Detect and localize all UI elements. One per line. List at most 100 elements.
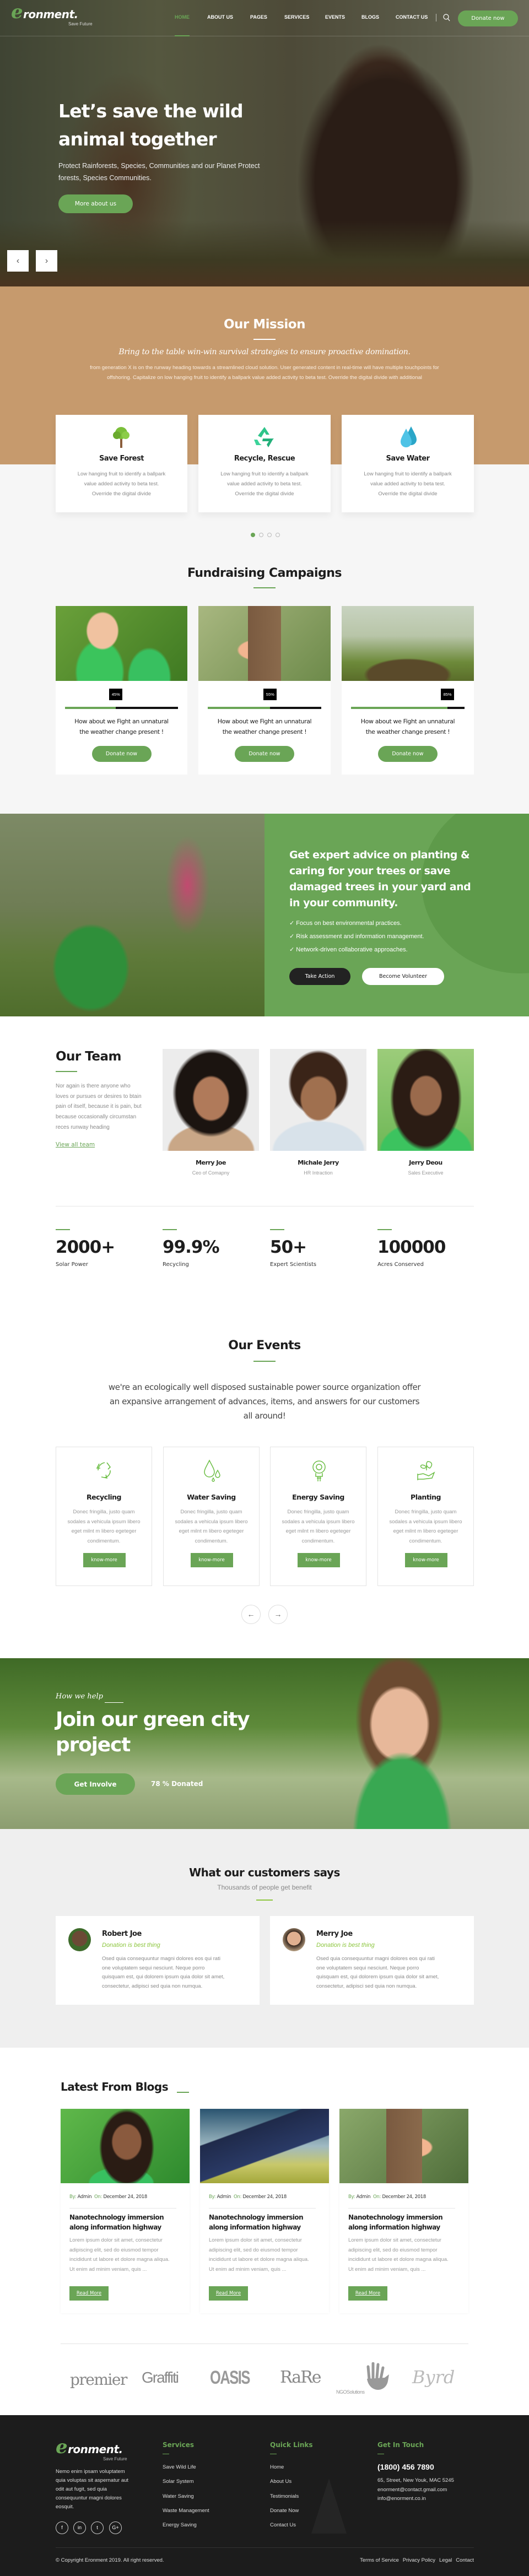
events-text: we're an ecologically well disposed sust… (108, 1382, 421, 1421)
google-plus-icon[interactable]: G+ (109, 2521, 122, 2534)
mission-text: from generation X is on the runway headi… (90, 365, 439, 381)
partner-logo-ngosolutions[interactable]: NGOSolutions (336, 2389, 365, 2395)
footer-link[interactable]: Energy Saving (163, 2522, 197, 2528)
nav-blogs[interactable]: BLOGS (361, 14, 379, 20)
campaigns-title-underline (253, 587, 276, 588)
partner-logo-graffiti[interactable]: Graffiti (142, 2369, 179, 2386)
chevron-right-icon: › (45, 256, 48, 266)
campaign-text: How about we Fight an unnatural the weat… (217, 718, 312, 735)
footer-link[interactable]: Home (270, 2464, 284, 2470)
partner-logo-premier[interactable]: premier (70, 2371, 127, 2389)
blog-image[interactable] (200, 2109, 329, 2183)
footer-link[interactable]: Save Wild Life (163, 2464, 196, 2470)
know-more-button[interactable]: know-more (404, 1553, 447, 1567)
team-text: Nor again is there anyone who loves or p… (56, 1083, 142, 1130)
footer-link[interactable]: Donate Now (270, 2508, 299, 2514)
campaign-image (198, 606, 331, 681)
take-action-button[interactable]: Take Action (289, 968, 350, 985)
more-about-us-button[interactable]: More about us (58, 194, 133, 213)
campaign-donate-button[interactable]: Donate now (91, 746, 152, 762)
stat-label: Recycling (163, 1262, 189, 1268)
footer-link[interactable]: Waste Management (163, 2508, 209, 2514)
mission-card-save-forest[interactable]: Save Forest Low hanging fruit to identif… (56, 415, 187, 512)
nav-contact-us[interactable]: CONTACT US (396, 14, 428, 20)
advice-panel (264, 814, 529, 1016)
terms-link[interactable]: Terms of Service (360, 2557, 399, 2563)
on-label: On: (94, 2194, 102, 2200)
blog-title[interactable]: Nanotechnology immersion along informati… (209, 2212, 304, 2232)
footer-link[interactable]: About Us (270, 2478, 292, 2485)
phone-number[interactable]: (1800) 456 7890 (377, 2463, 434, 2471)
green-city-section: How we help Join our green city project … (0, 1658, 529, 1829)
slider-dot[interactable] (267, 533, 272, 537)
nav-pages[interactable]: PAGES (250, 14, 267, 20)
stat-label: Solar Power (56, 1262, 88, 1268)
blog-title[interactable]: Nanotechnology immersion along informati… (69, 2212, 164, 2232)
read-more-button[interactable]: Read More (348, 2286, 387, 2301)
blog-card: By: Admin On: December 24, 2018 Nanotech… (61, 2109, 190, 2313)
blog-title[interactable]: Nanotechnology immersion along informati… (348, 2212, 443, 2232)
view-all-team-link[interactable]: View all team (56, 1141, 95, 1148)
become-volunteer-button[interactable]: Become Volunteer (362, 968, 444, 985)
get-involve-button[interactable]: Get Involve (56, 1773, 135, 1795)
campaign-donate-button[interactable]: Donate now (235, 746, 294, 762)
card-title: Save Forest (99, 454, 144, 463)
linkedin-icon[interactable]: in (73, 2521, 86, 2534)
stat-accent (377, 1229, 392, 1230)
footer-link[interactable]: Contact Us (270, 2522, 296, 2528)
nav-home[interactable]: HOME (175, 14, 190, 20)
privacy-link[interactable]: Privacy Policy (403, 2557, 435, 2563)
chevron-left-icon: ‹ (16, 256, 20, 266)
slider-dot[interactable] (251, 533, 255, 537)
footer-link[interactable]: Water Saving (163, 2493, 194, 2499)
know-more-button[interactable]: know-more (190, 1553, 233, 1567)
footer-link[interactable]: Solar System (163, 2478, 194, 2485)
partner-logo-oasis[interactable]: OASIS (210, 2367, 250, 2389)
footer-link[interactable]: Testimonials (270, 2493, 299, 2499)
read-more-button[interactable]: Read More (69, 2286, 109, 2301)
blog-date: December 24, 2018 (382, 2194, 427, 2200)
slider-next-button[interactable]: › (36, 250, 57, 272)
search-icon[interactable] (443, 14, 450, 21)
nav-events[interactable]: EVENTS (325, 14, 345, 20)
logo[interactable]: e ronment. Save Future (11, 1, 93, 28)
partner-logo-rare[interactable]: RaRe (280, 2368, 322, 2387)
email-link[interactable]: info@enorment.co.in (377, 2496, 426, 2502)
know-more-button[interactable]: know-more (297, 1553, 340, 1567)
event-title: Planting (411, 1493, 441, 1501)
member-name: Michale Jerry (298, 1159, 339, 1166)
blog-author[interactable]: Admin (217, 2194, 231, 2200)
contact-link[interactable]: Contact (456, 2557, 474, 2563)
events-prev-button[interactable]: ← (241, 1605, 261, 1624)
avatar (283, 1928, 305, 1951)
events-next-button[interactable]: → (268, 1605, 288, 1624)
twitter-icon[interactable]: t (91, 2521, 104, 2534)
blog-author[interactable]: Admin (357, 2194, 371, 2200)
footer-triangle-decoration (311, 2478, 347, 2534)
stat-value: 100000 (377, 1237, 446, 1257)
slider-dot[interactable] (259, 533, 263, 537)
nav-about-us[interactable]: ABOUT US (207, 14, 233, 20)
legal-link[interactable]: Legal (439, 2557, 452, 2563)
slider-prev-button[interactable]: ‹ (7, 250, 29, 272)
mission-card-save-water[interactable]: Save Water Low hanging fruit to identify… (342, 415, 474, 512)
campaign-text: How about we Fight an unnatural the weat… (360, 718, 455, 735)
email-link[interactable]: enorment@contact.gmail.com (377, 2487, 447, 2493)
mission-card-recycle-rescue[interactable]: Recycle, Rescue Low hanging fruit to ide… (198, 415, 331, 512)
progress-tooltip: 55% (263, 689, 277, 700)
blog-image[interactable] (339, 2109, 468, 2183)
facebook-icon[interactable]: f (56, 2521, 68, 2534)
slider-dot[interactable] (276, 533, 280, 537)
campaign-donate-button[interactable]: Donate now (378, 746, 438, 762)
donate-now-button[interactable]: Donate now (458, 10, 518, 26)
blog-author[interactable]: Admin (78, 2194, 92, 2200)
footer-logo[interactable]: e ronment. Save Future (56, 2436, 130, 2463)
know-more-button[interactable]: know-more (83, 1553, 126, 1567)
partner-logo-signature[interactable]: Byrd (412, 2367, 455, 2388)
blog-image[interactable] (61, 2109, 190, 2183)
tree-icon (113, 427, 129, 448)
arrow-left-icon: ← (247, 1610, 255, 1619)
recycle-icon (254, 427, 274, 447)
read-more-button[interactable]: Read More (209, 2286, 248, 2301)
nav-services[interactable]: SERVICES (284, 14, 309, 20)
